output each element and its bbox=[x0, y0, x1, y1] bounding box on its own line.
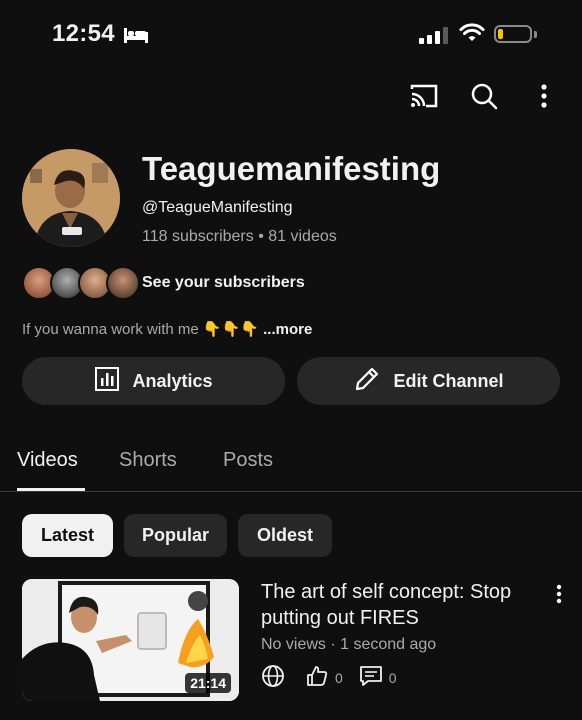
channel-avatar[interactable] bbox=[22, 149, 120, 247]
status-time: 12:54 bbox=[52, 20, 115, 47]
description-text: If you wanna work with me bbox=[22, 321, 199, 338]
battery-icon bbox=[494, 25, 532, 43]
chip-popular[interactable]: Popular bbox=[124, 514, 227, 557]
video-thumbnail[interactable]: 21:14 bbox=[22, 579, 239, 701]
tab-shorts[interactable]: Shorts bbox=[119, 449, 177, 472]
channel-stats: 118 subscribers • 81 videos bbox=[142, 228, 337, 245]
channel-description[interactable]: If you wanna work with me 👇👇👇 ...more bbox=[22, 320, 312, 338]
video-title[interactable]: The art of self concept: Stop putting ou… bbox=[261, 579, 541, 631]
video-stats-row: 0 0 bbox=[261, 664, 407, 691]
analytics-label: Analytics bbox=[132, 370, 213, 391]
tabs-divider bbox=[0, 491, 582, 492]
edit-channel-button[interactable]: Edit Channel bbox=[297, 357, 560, 405]
chip-oldest[interactable]: Oldest bbox=[238, 514, 332, 557]
more-link[interactable]: ...more bbox=[263, 321, 312, 338]
subscriber-avatar bbox=[106, 266, 140, 300]
analytics-icon bbox=[94, 366, 120, 397]
likes-count: 0 bbox=[335, 669, 343, 686]
channel-handle: @TeagueManifesting bbox=[142, 199, 293, 216]
search-icon[interactable] bbox=[468, 80, 500, 112]
comments-count: 0 bbox=[388, 669, 397, 686]
chip-latest[interactable]: Latest bbox=[22, 514, 113, 557]
pencil-icon bbox=[353, 365, 381, 398]
thumbs-up-icon bbox=[305, 664, 329, 691]
video-meta: No views · 1 second ago bbox=[261, 636, 437, 653]
battery-cap bbox=[534, 31, 537, 38]
comment-icon bbox=[359, 664, 383, 691]
tab-posts[interactable]: Posts bbox=[223, 449, 273, 472]
analytics-button[interactable]: Analytics bbox=[22, 357, 285, 405]
video-duration: 21:14 bbox=[185, 673, 231, 693]
edit-channel-label: Edit Channel bbox=[393, 370, 504, 391]
tab-videos[interactable]: Videos bbox=[17, 449, 78, 472]
see-subscribers-link[interactable]: See your subscribers bbox=[142, 274, 305, 292]
globe-icon bbox=[261, 664, 285, 691]
pointing-down-emoji: 👇👇👇 bbox=[202, 321, 259, 338]
wifi-icon bbox=[459, 23, 485, 48]
channel-name: Teaguemanifesting bbox=[142, 150, 441, 187]
more-vert-icon[interactable] bbox=[528, 80, 560, 112]
cast-icon[interactable] bbox=[408, 80, 440, 112]
subscriber-avatars[interactable] bbox=[22, 266, 140, 300]
bed-icon bbox=[123, 26, 149, 49]
video-more-icon[interactable] bbox=[549, 582, 569, 606]
signal-icon bbox=[419, 26, 448, 44]
